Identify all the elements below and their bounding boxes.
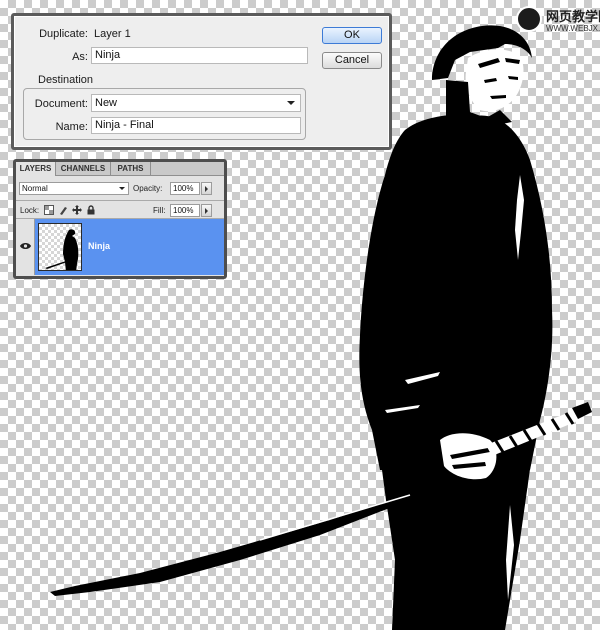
fill-slider-button[interactable]: [201, 204, 212, 217]
lock-transparent-pixels-icon[interactable]: [44, 205, 54, 215]
opacity-input[interactable]: 100%: [170, 182, 200, 195]
tab-layers[interactable]: LAYERS: [16, 162, 56, 176]
watermark-logo: 网页教学网 WWW.WEBJX.COM: [516, 4, 600, 40]
lock-label: Lock:: [20, 206, 40, 215]
visibility-toggle[interactable]: [16, 219, 35, 275]
watermark-url: WWW.WEBJX.COM: [546, 24, 600, 33]
document-select-value: New: [95, 97, 118, 109]
blend-mode-value: Normal: [22, 184, 48, 193]
as-label: As:: [72, 51, 88, 63]
blend-mode-select[interactable]: Normal: [19, 182, 129, 195]
layer-row-ninja[interactable]: Ninja: [16, 219, 224, 275]
layers-panel: LAYERS CHANNELS PATHS Normal Opacity: 10…: [13, 159, 227, 279]
watermark-text: 网页教学网: [546, 9, 600, 24]
blend-row: Normal Opacity: 100%: [16, 179, 224, 199]
layer-thumbnail-image: [45, 229, 79, 270]
layer-name: Ninja: [88, 241, 111, 251]
as-name-input[interactable]: Ninja: [91, 47, 308, 64]
lock-position-icon[interactable]: [72, 205, 82, 215]
tab-channels[interactable]: CHANNELS: [56, 162, 111, 175]
layer-thumbnail: [38, 223, 82, 271]
tab-paths[interactable]: PATHS: [111, 162, 151, 175]
destination-title: Destination: [35, 74, 97, 86]
document-select[interactable]: New: [91, 94, 301, 112]
document-label: Document:: [34, 98, 88, 110]
layers-panel-body: LAYERS CHANNELS PATHS Normal Opacity: 10…: [16, 162, 224, 276]
fill-input[interactable]: 100%: [170, 204, 200, 217]
panel-tab-bar: LAYERS CHANNELS PATHS: [16, 162, 224, 176]
chevron-down-icon: [119, 187, 125, 190]
lock-all-icon[interactable]: [86, 205, 96, 215]
lock-image-pixels-icon[interactable]: [58, 205, 68, 215]
duplicate-source-value: Layer 1: [94, 28, 131, 40]
fill-label: Fill:: [153, 206, 166, 215]
name-label: Name:: [55, 121, 88, 133]
eye-icon: [20, 243, 31, 249]
dialog-body: Duplicate: Layer 1 As: Ninja Destination…: [14, 16, 389, 147]
destination-name-input[interactable]: Ninja - Final: [91, 117, 301, 134]
chevron-down-icon: [287, 101, 295, 105]
cancel-button[interactable]: Cancel: [322, 52, 382, 69]
watermark-emblem-icon: [516, 6, 542, 32]
ok-button[interactable]: OK: [322, 27, 382, 44]
duplicate-label: Duplicate:: [39, 28, 88, 40]
duplicate-layer-dialog: Duplicate: Layer 1 As: Ninja Destination…: [11, 13, 392, 150]
opacity-label: Opacity:: [133, 184, 163, 193]
opacity-slider-button[interactable]: [201, 182, 212, 195]
